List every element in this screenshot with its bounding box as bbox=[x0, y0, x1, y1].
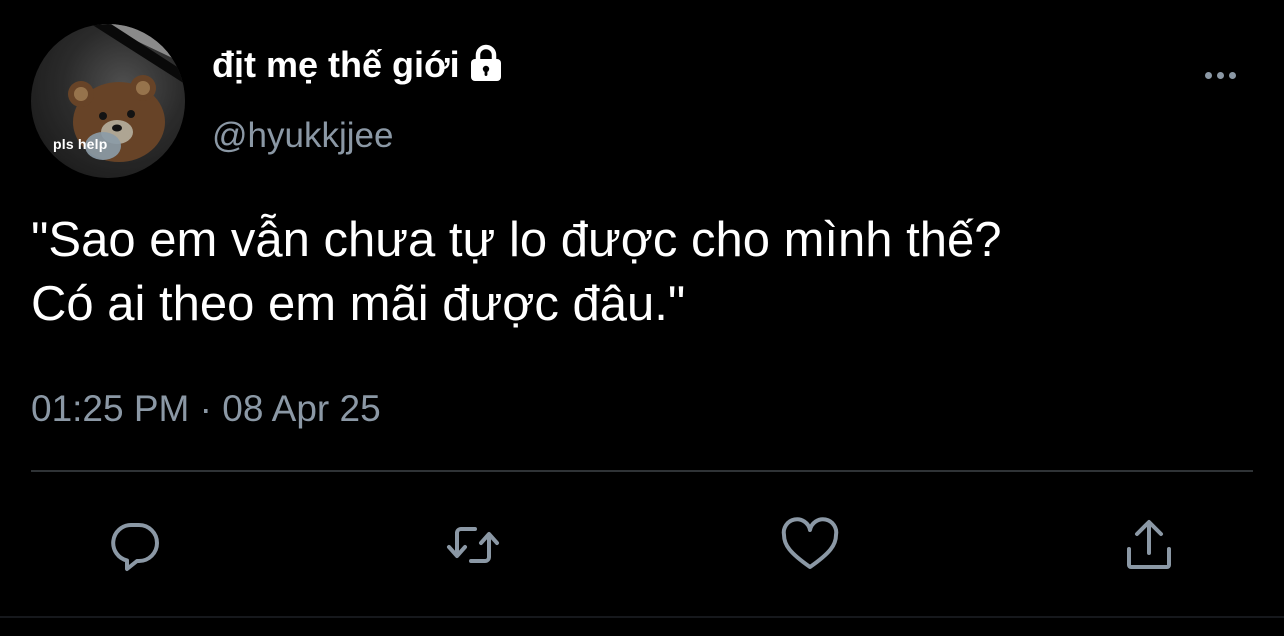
display-name[interactable]: địt mẹ thế giới bbox=[212, 44, 460, 86]
reply-bubble-icon bbox=[111, 523, 159, 571]
share-upload-icon bbox=[1127, 520, 1171, 569]
divider bbox=[31, 470, 1253, 472]
more-horizontal-icon-dot bbox=[1216, 71, 1224, 79]
user-handle[interactable]: @hyukkjjee bbox=[212, 116, 393, 156]
avatar[interactable]: pls help bbox=[31, 24, 185, 178]
tweet-text: "Sao em vẫn chưa tự lo được cho mình thế… bbox=[31, 208, 1251, 336]
action-bar bbox=[0, 510, 1284, 580]
retweet-icon bbox=[447, 527, 499, 563]
lock-icon bbox=[466, 43, 506, 83]
reply-button[interactable] bbox=[100, 510, 170, 580]
bottom-divider bbox=[0, 616, 1284, 618]
more-horizontal-icon bbox=[1204, 71, 1212, 79]
like-button[interactable] bbox=[775, 510, 845, 580]
more-horizontal-icon-dot bbox=[1228, 71, 1236, 79]
share-button[interactable] bbox=[1114, 510, 1184, 580]
tweet-timestamp[interactable]: 01:25 PM · 08 Apr 25 bbox=[31, 388, 381, 430]
tweet-text-line: Có ai theo em mãi được đâu." bbox=[31, 277, 686, 331]
tweet-card: pls help địt mẹ thế giới @hyukkjjee "Sao… bbox=[0, 0, 1284, 636]
tweet-text-line: "Sao em vẫn chưa tự lo được cho mình thế… bbox=[31, 213, 1002, 267]
avatar-caption: pls help bbox=[53, 136, 108, 152]
retweet-button[interactable] bbox=[438, 510, 508, 580]
more-options-button[interactable] bbox=[1196, 60, 1244, 90]
heart-icon bbox=[781, 517, 839, 569]
display-name-row[interactable]: địt mẹ thế giới bbox=[212, 44, 506, 86]
avatar-bear-illustration bbox=[31, 24, 185, 178]
